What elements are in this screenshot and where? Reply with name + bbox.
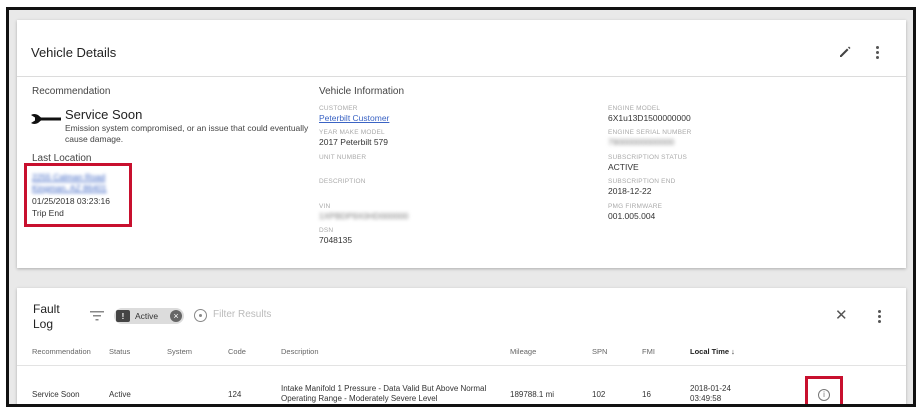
- row-local-date: 2018-01-24: [690, 384, 731, 393]
- filter-results-input[interactable]: Filter Results: [213, 309, 271, 320]
- pencil-icon: [840, 46, 851, 57]
- col-header-fmi[interactable]: FMI: [642, 347, 655, 356]
- row-local-time: 03:49:58: [690, 394, 722, 403]
- engine-serial-label: ENGINE SERIAL NUMBER: [608, 129, 692, 136]
- vin-label: VIN: [319, 203, 331, 210]
- row-spn: 102: [592, 390, 606, 399]
- row-fmi: 16: [642, 390, 651, 399]
- vehicle-information-label: Vehicle Information: [319, 86, 405, 97]
- vehicle-details-title: Vehicle Details: [31, 45, 117, 60]
- table-divider: [17, 365, 906, 366]
- customer-label: CUSTOMER: [319, 105, 358, 112]
- close-icon[interactable]: ✕: [835, 308, 848, 323]
- pmg-firmware-label: PMG FIRMWARE: [608, 203, 663, 210]
- subscription-end-label: SUBSCRIPTION END: [608, 178, 676, 185]
- vehicle-details-header: Vehicle Details: [17, 20, 906, 77]
- row-code: 124: [228, 390, 242, 399]
- subscription-end-value: 2018-12-22: [608, 186, 652, 196]
- year-make-model-value: 2017 Peterbilt 579: [319, 137, 388, 147]
- row-status: Active: [109, 390, 131, 399]
- col-header-status[interactable]: Status: [109, 347, 130, 356]
- row-recommendation: Service Soon: [32, 390, 80, 399]
- filter-icon[interactable]: [90, 311, 104, 321]
- fault-log-more-button[interactable]: [872, 308, 886, 324]
- col-header-mileage[interactable]: Mileage: [510, 347, 536, 356]
- fault-log-title: Fault Log: [33, 302, 60, 331]
- chip-remove-icon[interactable]: ×: [170, 310, 182, 322]
- engine-serial-value: 79000000000000: [608, 137, 675, 147]
- highlight-box-last-location: [24, 163, 132, 227]
- highlight-box-info: [805, 376, 843, 404]
- col-header-system[interactable]: System: [167, 347, 192, 356]
- screenshot-frame: Vehicle Details Recommendation Service S…: [6, 7, 916, 407]
- vin-value: 1XPBDP9X0HD000000: [319, 211, 409, 221]
- description-label: DESCRIPTION: [319, 178, 366, 185]
- filter-results-icon[interactable]: [194, 309, 207, 322]
- flag-icon: !: [116, 310, 130, 322]
- fault-log-card: Fault Log ! Active × Filter Results ✕ Re…: [17, 288, 906, 404]
- wrench-icon: [31, 114, 61, 124]
- subscription-status-value: ACTIVE: [608, 162, 639, 172]
- engine-model-label: ENGINE MODEL: [608, 105, 661, 112]
- pmg-firmware-value: 001.005.004: [608, 211, 656, 221]
- customer-link[interactable]: Peterbilt Customer: [319, 113, 389, 123]
- recommendation-label: Recommendation: [32, 86, 111, 97]
- engine-model-value: 6X1u13D1500000000: [608, 113, 691, 123]
- subscription-status-label: SUBSCRIPTION STATUS: [608, 154, 688, 161]
- recommendation-title: Service Soon: [65, 107, 143, 122]
- edit-button[interactable]: [837, 44, 853, 60]
- vehicle-details-card: Vehicle Details Recommendation Service S…: [17, 20, 906, 268]
- unit-number-label: UNIT NUMBER: [319, 154, 367, 161]
- active-filter-chip[interactable]: ! Active ×: [114, 308, 184, 324]
- dsn-label: DSN: [319, 227, 334, 234]
- col-header-spn[interactable]: SPN: [592, 347, 607, 356]
- more-vert-icon: [877, 309, 881, 323]
- col-header-code[interactable]: Code: [228, 347, 246, 356]
- col-header-local-time[interactable]: Local Time ↓: [690, 347, 735, 356]
- year-make-model-label: YEAR MAKE MODEL: [319, 129, 385, 136]
- row-mileage: 189788.1 mi: [510, 390, 555, 399]
- col-header-recommendation[interactable]: Recommendation: [32, 347, 91, 356]
- dsn-value: 7048135: [319, 235, 353, 245]
- more-vert-icon: [875, 45, 879, 59]
- col-header-description[interactable]: Description: [281, 347, 319, 356]
- row-description: Intake Manifold 1 Pressure - Data Valid …: [281, 384, 487, 403]
- recommendation-description: Emission system compromised, or an issue…: [65, 123, 309, 144]
- chip-label: Active: [135, 311, 159, 321]
- more-options-button[interactable]: [870, 44, 884, 60]
